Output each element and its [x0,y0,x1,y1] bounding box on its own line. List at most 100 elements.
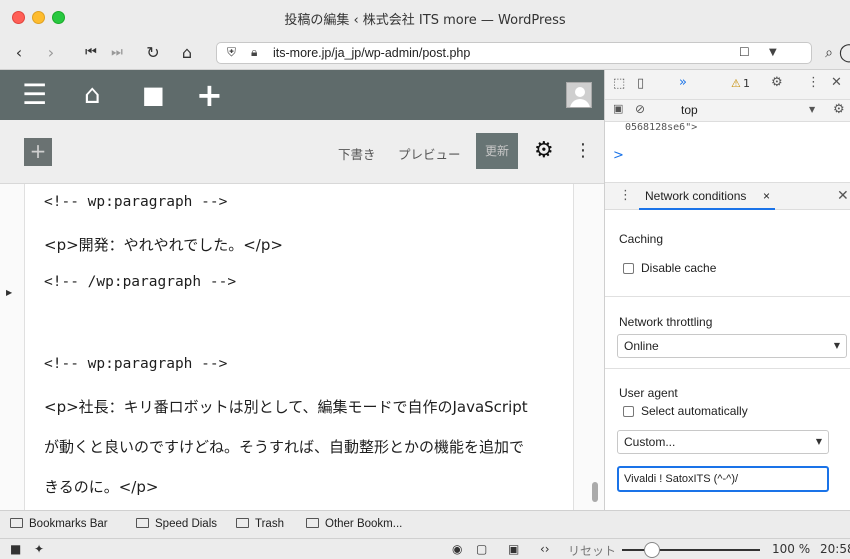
status-bar: ■ ✦ ◉ ▢ ▣ ‹› リセット 100 % 20:58 [0,538,850,559]
gear-icon[interactable]: ⚙ [534,138,554,163]
address-bar[interactable]: ⛨ 🔒︎ its-more.jp/ja_jp/wp-admin/post.php… [216,42,812,64]
divider [605,368,850,369]
devtools-panel: ⬚ ▯ » ⚠ 1 ⚙ ⋮ ✕ ▣ ⊘ top ▼ ⚙ 0568128se6">… [604,70,850,510]
lock-icon[interactable]: 🔒︎ [251,45,257,60]
chevron-down-icon[interactable]: ▼ [834,341,840,350]
tab-close-icon[interactable]: × [763,189,770,203]
folder-icon [306,518,319,528]
device-toolbar-icon[interactable]: ▯ [637,76,644,91]
select-automatically-checkbox[interactable] [623,406,634,417]
throttling-value[interactable]: Online [624,339,659,353]
speed-icon[interactable]: ✦ [34,542,44,556]
zoom-slider-handle[interactable] [644,542,660,558]
menu-icon[interactable]: ☰ [22,70,47,120]
more-options-icon[interactable]: ⋮ [574,140,592,161]
save-draft-button[interactable]: 下書き [338,144,376,163]
window-titlebar: 投稿の編集 ‹ 株式会社 ITS more — WordPress [0,0,850,36]
code-line[interactable]: <!-- wp:paragraph --> [44,356,227,372]
code-line[interactable]: きるのに。</p> [44,476,158,497]
code-line[interactable]: <!-- /wp:paragraph --> [44,274,236,290]
code-line[interactable]: <p>開発：やれやれでした。</p> [44,234,283,255]
gear-icon[interactable]: ⚙ [833,102,845,117]
folder-icon [236,518,249,528]
disable-cache-label[interactable]: Disable cache [641,261,716,275]
close-icon[interactable]: ✕ [831,75,842,90]
warning-icon[interactable]: ⚠ [731,77,741,90]
clock: 20:58 [820,542,850,556]
user-agent-input[interactable]: Vivaldi ! SatoxITS (^-^)/ [617,466,829,492]
rewind-icon[interactable]: ⏮ [80,42,102,64]
sidebar-toggle-icon[interactable]: ▣ [613,102,623,115]
more-options-icon[interactable]: ⋮ [807,75,820,90]
home-icon[interactable]: ⌂ [176,42,198,64]
capture-icon[interactable]: ◉ [452,542,462,556]
chevron-down-icon[interactable]: ▼ [816,437,822,446]
editor-toolbar: + 下書き プレビュー 更新 ⚙ ⋮ [0,120,604,184]
code-line[interactable]: <!-- wp:paragraph --> [44,194,227,210]
devtools-tabbar: ⬚ ▯ » ⚠ 1 ⚙ ⋮ ✕ [605,70,850,100]
code-icon[interactable]: ‹› [540,542,550,556]
folder-icon [136,518,149,528]
console-output[interactable]: 0568128se6"> > [605,122,850,182]
code-editor[interactable]: <!-- wp:paragraph --> <p>開発：やれやれでした。</p>… [0,184,604,510]
fast-forward-icon[interactable]: ⏭ [106,42,128,64]
bookmarks-bar: Bookmarks Bar Speed Dials Trash Other Bo… [0,510,850,538]
user-agent-select[interactable]: Custom... ▼ [617,430,829,454]
browser-toolbar: ‹ › ⏮ ⏭ ↻ ⌂ ⛨ 🔒︎ its-more.jp/ja_jp/wp-ad… [0,36,850,70]
avatar[interactable] [566,82,592,108]
more-tabs-button[interactable]: » [679,75,687,90]
preview-button[interactable]: プレビュー [398,144,461,163]
forward-icon[interactable]: › [40,42,62,64]
profile-icon[interactable]: ◯ [838,42,850,64]
context-selector[interactable]: top [681,103,698,117]
code-line[interactable]: が動くと良いのですけどね。そうすれば、自動整形とかの機能を追加で [44,436,524,457]
bookmark-folder[interactable]: Other Bookm... [306,518,402,530]
zoom-level: 100 % [772,542,811,556]
add-block-button[interactable]: + [24,138,52,166]
image-icon[interactable]: ▣ [508,542,519,556]
comment-icon[interactable]: ■ [142,70,165,120]
panel-icon[interactable]: ■ [10,542,21,556]
bookmark-folder[interactable]: Speed Dials [136,518,217,530]
code-line[interactable]: <p>社長：キリ番ロボットは別として、編集モードで自作のJavaScript [44,396,528,417]
throttling-select[interactable]: Online ▼ [617,334,847,358]
bookmark-icon[interactable]: ☐ [739,45,750,59]
console-snippet: 0568128se6"> [625,122,698,133]
search-icon[interactable]: ⌕ [818,42,840,64]
disable-cache-checkbox[interactable] [623,263,634,274]
inspect-icon[interactable]: ⬚ [613,76,625,91]
active-tab-indicator [639,208,775,210]
user-agent-input-value[interactable]: Vivaldi ! SatoxITS (^-^)/ [624,473,738,485]
bookmark-folder[interactable]: Bookmarks Bar [10,518,108,530]
close-drawer-icon[interactable]: ✕ [837,188,849,204]
warning-count[interactable]: 1 [743,77,750,90]
zoom-slider[interactable] [622,549,760,551]
gear-icon[interactable]: ⚙ [771,75,783,90]
reload-icon[interactable]: ↻ [142,42,164,64]
editor-scrollbar[interactable] [592,482,598,502]
caching-label: Caching [619,232,664,246]
update-button[interactable]: 更新 [476,133,518,169]
console-prompt[interactable]: > [613,148,624,163]
user-agent-select-value[interactable]: Custom... [624,435,675,449]
chevron-down-icon[interactable]: ▼ [769,47,777,58]
drawer-menu-icon[interactable]: ⋮ [619,188,632,203]
chevron-down-icon[interactable]: ▼ [809,105,815,114]
bookmark-folder[interactable]: Trash [236,518,284,530]
clear-console-icon[interactable]: ⊘ [635,102,645,116]
tile-icon[interactable]: ▢ [476,542,487,556]
wp-admin-bar: ☰ ⌂ ■ + [0,70,604,120]
shield-icon[interactable]: ⛨ [227,45,236,60]
back-icon[interactable]: ‹ [8,42,30,64]
home-icon[interactable]: ⌂ [84,70,101,120]
editor-canvas[interactable] [24,184,574,510]
panel-toggle-icon[interactable]: ▶ [6,288,12,297]
zoom-reset-button[interactable]: リセット [568,542,616,559]
network-conditions-tab[interactable]: Network conditions [645,189,746,203]
select-automatically-label[interactable]: Select automatically [641,404,748,418]
plus-icon[interactable]: + [196,70,223,120]
url-text[interactable]: its-more.jp/ja_jp/wp-admin/post.php [273,46,470,60]
user-agent-label: User agent [619,386,678,400]
divider [605,296,850,297]
throttling-label: Network throttling [619,315,713,329]
